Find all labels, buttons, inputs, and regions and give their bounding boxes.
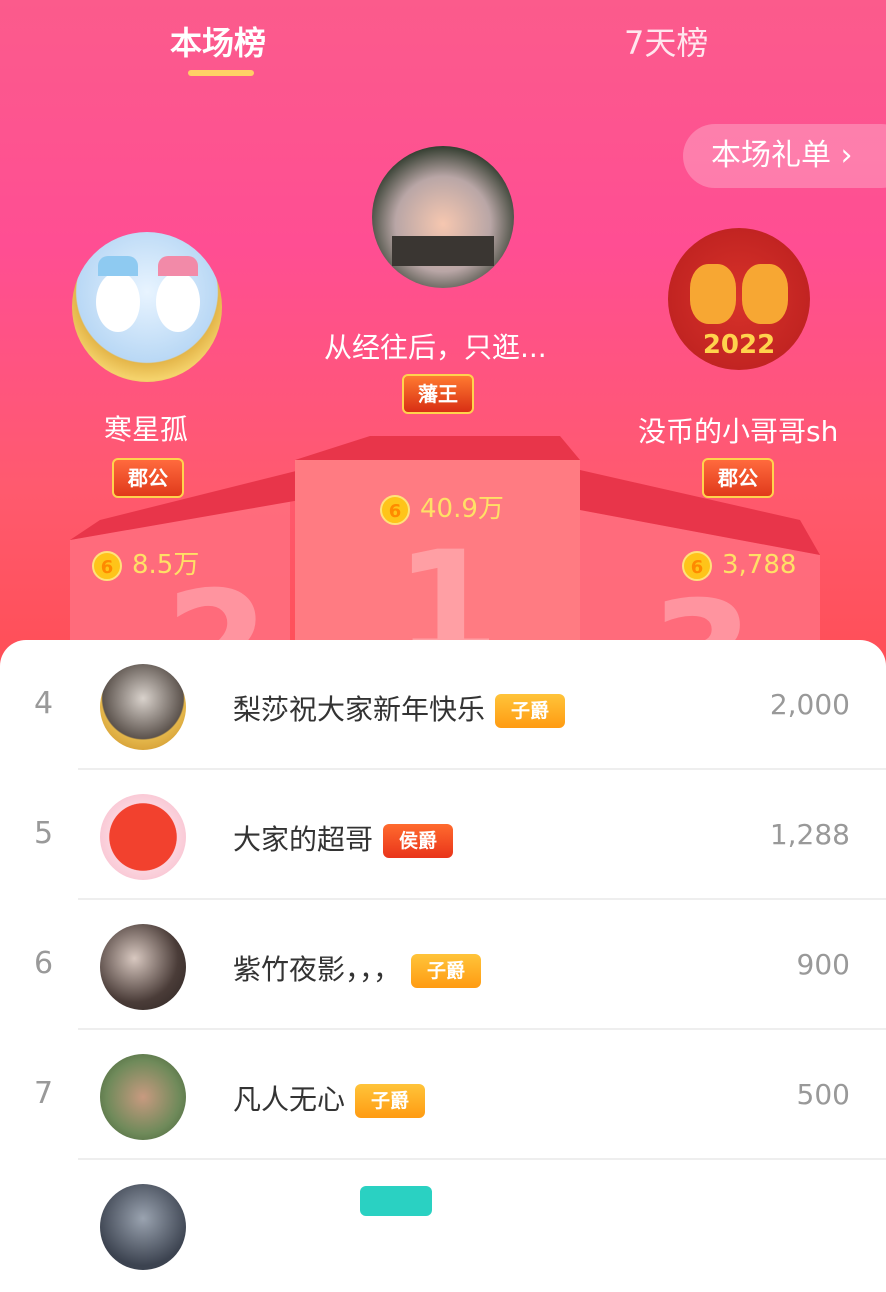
name-place-1: 从经往后，只逛... [324, 331, 547, 364]
score-place-1: 6 40.9万 [380, 488, 504, 525]
score-place-3: 6 3,788 [682, 550, 796, 581]
ranking-list: 4 梨莎祝大家新年快乐 子爵 2,000 5 大家的超哥 侯爵 1,288 6 紫竹… [0, 640, 886, 1270]
leaderboard-hero: 本场榜 7天榜 本场礼单 › 2 1 3 寒星孤 郡公 6 8.5万 从经往后，只… [0, 0, 886, 700]
badge-place-1: 藩王 [402, 374, 474, 414]
score-place-2: 6 8.5万 [92, 544, 199, 581]
list-item[interactable]: 4 梨莎祝大家新年快乐 子爵 2,000 [0, 642, 886, 772]
divider [78, 898, 886, 900]
avatar[interactable] [100, 794, 186, 880]
avatar[interactable] [100, 664, 186, 750]
year-art: 2022 [702, 330, 776, 360]
rank-number: 7 [34, 1076, 54, 1111]
name-place-3: 没币的小哥哥sh [638, 415, 839, 448]
rank-badge: 子爵 [495, 694, 566, 728]
name-place-2: 寒星孤 [104, 413, 189, 446]
divider [78, 1158, 886, 1160]
score: 900 [796, 948, 850, 981]
avatar[interactable] [100, 924, 186, 1010]
rank-number: 5 [34, 816, 54, 851]
score: 2,000 [769, 688, 850, 721]
rank-number: 6 [34, 946, 54, 981]
avatar[interactable] [100, 1054, 186, 1140]
rank-badge: 侯爵 [383, 824, 454, 858]
user-name: 梨莎祝大家新年快乐 子爵 [233, 688, 566, 728]
rank-number: 4 [34, 686, 54, 721]
list-item[interactable]: 7 凡人无心 子爵 500 [0, 1032, 886, 1162]
badge-place-3: 郡公 [702, 458, 774, 498]
score: 500 [796, 1078, 850, 1111]
list-item[interactable]: 5 大家的超哥 侯爵 1,288 [0, 772, 886, 902]
avatar-place-1[interactable] [372, 146, 514, 288]
list-item[interactable]: 6 紫竹夜影，，， 子爵 900 [0, 902, 886, 1032]
user-name: 凡人无心 子爵 [233, 1078, 426, 1118]
avatar-place-3[interactable]: 2022 [668, 228, 810, 370]
user-name: 大家的超哥 侯爵 [233, 818, 454, 858]
list-item[interactable] [0, 1162, 886, 1292]
coin-icon: 6 [92, 550, 122, 581]
badge-place-2: 郡公 [112, 458, 184, 498]
score: 1,288 [769, 818, 850, 851]
rank-badge: 子爵 [411, 954, 482, 988]
coin-icon: 6 [380, 494, 410, 525]
divider [78, 768, 886, 770]
avatar[interactable] [100, 1184, 186, 1270]
coin-icon: 6 [682, 550, 712, 581]
rank-badge [360, 1186, 432, 1216]
divider [78, 1028, 886, 1030]
avatar-place-2[interactable] [72, 232, 222, 382]
user-name: 紫竹夜影，，， 子爵 [233, 948, 482, 988]
rank-badge: 子爵 [355, 1084, 426, 1118]
